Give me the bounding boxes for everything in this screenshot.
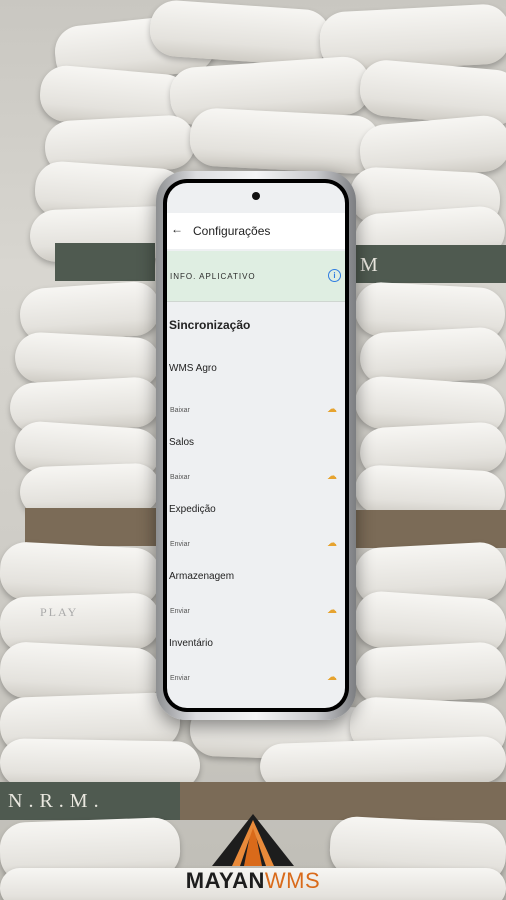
sync-item-wms-agro: WMS Agro [169,363,217,374]
sync-action-label: Baixar [170,474,190,481]
front-camera [252,192,260,200]
app-info-label: INFO. APLICATIVO [170,272,256,281]
sync-item-armazenagem: Armazenagem [169,571,235,582]
arrow-back-icon[interactable]: ← [171,222,183,236]
app-info-banner[interactable]: INFO. APLICATIVO i [167,251,345,302]
sync-item-salos: Salos [169,437,195,448]
sync-section-title: Sincronização [169,318,251,332]
info-icon[interactable]: i [328,269,341,282]
cloud-upload-icon[interactable]: ☁ [327,539,339,549]
mayan-pyramid-icon [212,814,294,866]
sync-item-expedicao: Expedição [169,504,216,515]
sync-action-label: Enviar [170,541,190,548]
brand-name: MAYANWMS [0,868,506,894]
cloud-upload-icon[interactable]: ☁ [327,673,339,683]
sync-action-label: Enviar [170,608,190,615]
app-display: ← Configurações INFO. APLICATIVO i Sincr… [167,183,345,708]
brand-logo: MAYANWMS [0,808,506,900]
brand-name-part1: MAYAN [185,868,265,893]
page-title: Configurações [193,224,271,238]
brand-name-part2: WMS [264,868,321,893]
pallet-label: M [360,254,384,276]
sync-action-label: Baixar [170,407,190,414]
phone-mockup: ← Configurações INFO. APLICATIVO i Sincr… [156,171,356,720]
sync-item-inventario: Inventário [169,638,213,649]
cloud-download-icon[interactable]: ☁ [327,472,339,482]
cloud-upload-icon[interactable]: ☁ [327,606,339,616]
sync-action-label: Enviar [170,675,190,682]
phone-screen: ← Configurações INFO. APLICATIVO i Sincr… [163,179,349,712]
pallet-label: PLAY [40,605,79,619]
app-bar: ← Configurações [167,213,345,249]
cloud-download-icon[interactable]: ☁ [327,405,339,415]
